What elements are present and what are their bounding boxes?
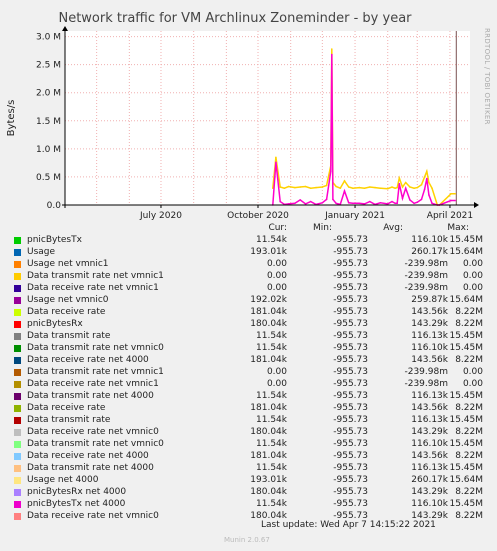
- data-point: [394, 187, 396, 189]
- data-point: [331, 48, 333, 50]
- data-point: [413, 187, 415, 189]
- data-point: [279, 200, 282, 203]
- data-point: [386, 203, 389, 205]
- data-point: [401, 186, 404, 188]
- data-point: [450, 199, 452, 202]
- y-axis-arrow: [62, 26, 68, 31]
- data-point: [428, 181, 430, 184]
- data-point: [287, 203, 290, 205]
- data-point: [398, 177, 401, 179]
- data-point: [428, 194, 430, 196]
- data-point: [299, 199, 302, 201]
- data-point: [426, 170, 428, 173]
- data-point: [363, 203, 366, 205]
- data-point: [396, 202, 399, 205]
- rrdtool-credit: RRDTOOL / TOBI OETIKER: [483, 28, 491, 125]
- data-point: [275, 156, 277, 159]
- data-point: [454, 199, 457, 202]
- chart-title: Network traffic for VM Archlinux Zonemin…: [58, 11, 412, 26]
- data-point: [394, 202, 396, 205]
- data-point: [358, 202, 361, 205]
- data-point: [374, 186, 376, 189]
- data-point: [423, 176, 426, 178]
- data-point: [287, 185, 290, 188]
- data-point: [431, 187, 433, 189]
- data-point: [352, 202, 354, 205]
- data-point: [325, 184, 328, 187]
- data-point: [294, 202, 296, 205]
- data-point: [391, 200, 393, 203]
- data-point: [404, 181, 407, 184]
- data-point: [279, 186, 282, 188]
- data-point: [409, 186, 411, 188]
- x-tick-label: April 2021: [427, 211, 473, 221]
- chart: 0.0 0.5 M 1.0 M 1.5 M 2.0 M 2.5 M 3.0 M July 2…: [6, 11, 491, 221]
- data-point: [304, 203, 307, 205]
- y-tick-label: 0.0: [47, 201, 62, 211]
- data-point: [409, 199, 411, 201]
- data-point: [420, 184, 423, 186]
- data-point: [347, 202, 350, 204]
- data-point: [299, 186, 302, 188]
- data-point: [391, 186, 393, 188]
- data-point: [294, 186, 296, 189]
- data-point: [369, 200, 371, 203]
- data-point: [352, 187, 354, 189]
- data-point: [404, 187, 407, 189]
- x-tick-label: July 2020: [139, 211, 182, 221]
- x-tick-label: January 2021: [324, 211, 385, 221]
- y-tick-label: 3.0 M: [36, 33, 61, 43]
- y-tick-label: 0.5 M: [36, 173, 61, 183]
- data-point: [398, 182, 401, 185]
- y-tick-label: 2.0 M: [36, 89, 61, 99]
- y-tick-label: 1.0 M: [36, 145, 61, 155]
- y-axis-label: Bytes/s: [6, 100, 17, 137]
- data-point: [450, 193, 452, 195]
- data-point: [454, 193, 457, 195]
- data-point: [347, 186, 350, 188]
- data-point: [401, 197, 404, 200]
- data-point: [321, 202, 324, 204]
- data-point: [379, 202, 382, 204]
- data-point: [416, 201, 419, 203]
- data-point: [331, 53, 333, 56]
- data-point: [332, 198, 334, 201]
- data-point: [413, 202, 415, 205]
- data-point: [325, 198, 328, 201]
- x-tick-label: October 2020: [227, 211, 289, 221]
- y-tick-label: 1.5 M: [36, 117, 61, 127]
- data-point: [304, 185, 307, 188]
- data-point: [321, 186, 324, 188]
- data-point: [416, 186, 419, 189]
- data-point: [426, 177, 428, 180]
- data-point: [343, 180, 346, 182]
- data-point: [335, 185, 337, 188]
- data-point: [386, 187, 389, 190]
- data-point: [315, 186, 317, 189]
- x-ticks: July 2020 October 2020 January 2021 April 2…: [139, 205, 473, 221]
- data-point: [423, 188, 426, 191]
- plot-area: [65, 31, 470, 205]
- data-point: [363, 187, 366, 189]
- data-point: [379, 187, 382, 189]
- data-point: [309, 200, 312, 203]
- data-point: [343, 190, 346, 192]
- data-point: [330, 170, 332, 173]
- y-ticks: 0.0 0.5 M 1.0 M 1.5 M 2.0 M 2.5 M 3.0 M: [36, 33, 61, 211]
- data-point: [275, 161, 277, 164]
- data-point: [396, 186, 399, 189]
- data-point: [309, 187, 312, 189]
- y-tick-label: 2.5 M: [36, 61, 61, 71]
- x-axis-arrow: [474, 202, 479, 208]
- data-point: [420, 198, 423, 201]
- data-point: [339, 187, 342, 189]
- data-point: [358, 186, 361, 189]
- data-point: [369, 186, 371, 188]
- data-point: [283, 187, 286, 189]
- data-point: [431, 202, 433, 205]
- data-point: [335, 202, 337, 205]
